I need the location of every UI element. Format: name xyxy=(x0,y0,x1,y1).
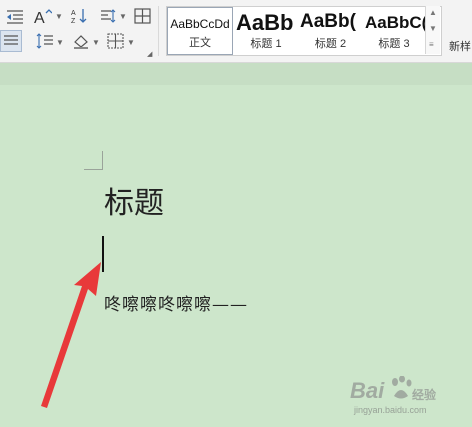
paw-logo-icon xyxy=(392,376,412,399)
watermark-brand: Bai xyxy=(350,378,385,403)
watermark: Bai 经验 jingyan.baidu.com xyxy=(350,372,462,422)
watermark-sub: 经验 xyxy=(412,388,437,402)
annotation-arrow xyxy=(41,262,101,408)
watermark-url: jingyan.baidu.com xyxy=(354,405,427,415)
red-arrow-icon xyxy=(41,262,101,408)
